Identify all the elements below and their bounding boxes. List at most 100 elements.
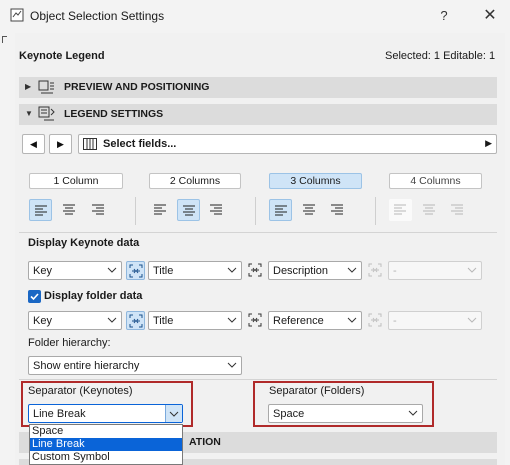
chevron-down-icon bbox=[107, 317, 117, 323]
chevron-down-icon bbox=[227, 317, 237, 323]
select-value: Space bbox=[273, 408, 305, 420]
keynote-field-3-select[interactable]: Description bbox=[268, 261, 362, 280]
option-custom-symbol[interactable]: Custom Symbol bbox=[30, 451, 182, 464]
section-label: ATION bbox=[189, 436, 221, 448]
resize-handle-icon bbox=[2, 36, 7, 43]
select-value: Title bbox=[153, 265, 174, 277]
link-arrows-icon bbox=[248, 263, 262, 277]
divider bbox=[375, 197, 376, 225]
three-columns-button[interactable]: 3 Columns bbox=[269, 173, 362, 189]
link-fields-button[interactable] bbox=[126, 261, 145, 280]
option-space[interactable]: Space bbox=[30, 425, 182, 438]
folder-hierarchy-label: Folder hierarchy: bbox=[28, 337, 111, 349]
link-arrows-icon bbox=[368, 313, 382, 327]
four-columns-button[interactable]: 4 Columns bbox=[389, 173, 482, 189]
align-left-icon bbox=[35, 205, 47, 216]
align-right-icon bbox=[210, 204, 222, 215]
align-right-icon bbox=[331, 204, 343, 215]
align-left-icon bbox=[154, 204, 166, 215]
select-fields-label: Select fields... bbox=[103, 138, 177, 150]
align-center-icon bbox=[183, 205, 195, 216]
one-column-button[interactable]: 1 Column bbox=[29, 173, 123, 189]
chevron-down-icon bbox=[347, 317, 357, 323]
separator-keynotes-label: Separator (Keynotes) bbox=[28, 385, 133, 397]
separator-keynotes-select[interactable]: Line Break bbox=[28, 404, 183, 423]
select-value: - bbox=[393, 265, 397, 277]
align-left-button[interactable] bbox=[389, 199, 412, 221]
option-line-break[interactable]: Line Break bbox=[30, 438, 182, 451]
select-value: Key bbox=[33, 315, 52, 327]
select-value: Description bbox=[273, 265, 329, 277]
align-right-icon bbox=[451, 204, 463, 215]
link-fields-button[interactable] bbox=[246, 261, 265, 280]
align-center-icon bbox=[423, 204, 435, 215]
select-value: Line Break bbox=[33, 408, 86, 420]
align-left-icon bbox=[394, 204, 406, 215]
link-fields-button[interactable] bbox=[366, 311, 385, 330]
divider bbox=[19, 232, 497, 233]
dropdown-button[interactable] bbox=[165, 405, 182, 422]
align-right-button[interactable] bbox=[205, 199, 228, 221]
link-arrows-icon bbox=[368, 263, 382, 277]
chevron-right-icon: ▶ bbox=[25, 82, 32, 91]
keynote-field-4-select[interactable]: - bbox=[388, 261, 482, 280]
select-value: Title bbox=[153, 315, 174, 327]
align-left-button[interactable] bbox=[269, 199, 292, 221]
align-right-button[interactable] bbox=[446, 199, 469, 221]
link-fields-button[interactable] bbox=[366, 261, 385, 280]
keynote-field-2-select[interactable]: Title bbox=[148, 261, 242, 280]
link-arrows-icon bbox=[248, 313, 262, 327]
align-center-button[interactable] bbox=[418, 199, 441, 221]
divider bbox=[135, 197, 136, 225]
section-preview-positioning[interactable]: ▶ PREVIEW AND POSITIONING bbox=[19, 77, 497, 98]
fields-list-icon bbox=[83, 138, 97, 153]
checkmark-icon bbox=[30, 293, 39, 301]
object-name: Keynote Legend bbox=[19, 50, 105, 62]
selection-info: Selected: 1 Editable: 1 bbox=[385, 50, 496, 62]
chevron-down-icon bbox=[467, 267, 477, 273]
link-arrows-icon bbox=[129, 314, 143, 328]
separator-folders-select[interactable]: Space bbox=[268, 404, 423, 423]
folder-field-2-select[interactable]: Title bbox=[148, 311, 242, 330]
display-folder-data-checkbox[interactable] bbox=[28, 290, 41, 303]
chevron-right-icon: ▶ bbox=[485, 138, 492, 148]
folder-field-4-select[interactable]: - bbox=[388, 311, 482, 330]
keynote-data-heading: Display Keynote data bbox=[28, 237, 140, 249]
align-center-button[interactable] bbox=[177, 199, 200, 221]
triangle-right-icon: ▶ bbox=[57, 139, 64, 149]
divider bbox=[19, 379, 497, 380]
close-button[interactable]: ✕ bbox=[476, 5, 504, 27]
divider bbox=[255, 197, 256, 225]
separator-options-list: Space Line Break Custom Symbol bbox=[29, 424, 183, 465]
align-center-button[interactable] bbox=[58, 199, 81, 221]
section-legend-settings[interactable]: ▼ LEGEND SETTINGS bbox=[19, 104, 497, 125]
window-title: Object Selection Settings bbox=[30, 9, 165, 23]
link-fields-button[interactable] bbox=[246, 311, 265, 330]
align-left-button[interactable] bbox=[149, 199, 172, 221]
folder-hierarchy-select[interactable]: Show entire hierarchy bbox=[28, 356, 242, 375]
two-columns-button[interactable]: 2 Columns bbox=[149, 173, 241, 189]
keynote-field-1-select[interactable]: Key bbox=[28, 261, 122, 280]
chevron-down-icon bbox=[227, 362, 237, 368]
triangle-left-icon: ◀ bbox=[30, 139, 37, 149]
select-value: Reference bbox=[273, 315, 324, 327]
previous-button[interactable]: ◀ bbox=[22, 134, 45, 154]
display-folder-data-label: Display folder data bbox=[44, 290, 143, 302]
legend-icon bbox=[38, 106, 56, 122]
chevron-down-icon bbox=[408, 410, 418, 416]
link-arrows-icon bbox=[129, 264, 143, 278]
folder-field-1-select[interactable]: Key bbox=[28, 311, 122, 330]
chevron-down-icon bbox=[107, 267, 117, 273]
help-button[interactable]: ? bbox=[430, 5, 458, 27]
link-fields-button[interactable] bbox=[126, 311, 145, 330]
align-right-button[interactable] bbox=[87, 199, 110, 221]
align-center-button[interactable] bbox=[298, 199, 321, 221]
folder-field-3-select[interactable]: Reference bbox=[268, 311, 362, 330]
section-label: PREVIEW AND POSITIONING bbox=[64, 81, 210, 93]
align-right-button[interactable] bbox=[326, 199, 349, 221]
select-fields-button[interactable]: Select fields... ▶ bbox=[78, 134, 497, 154]
align-left-button[interactable] bbox=[29, 199, 52, 221]
align-center-icon bbox=[63, 204, 75, 215]
next-button[interactable]: ▶ bbox=[49, 134, 72, 154]
chevron-down-icon: ▼ bbox=[25, 109, 33, 118]
